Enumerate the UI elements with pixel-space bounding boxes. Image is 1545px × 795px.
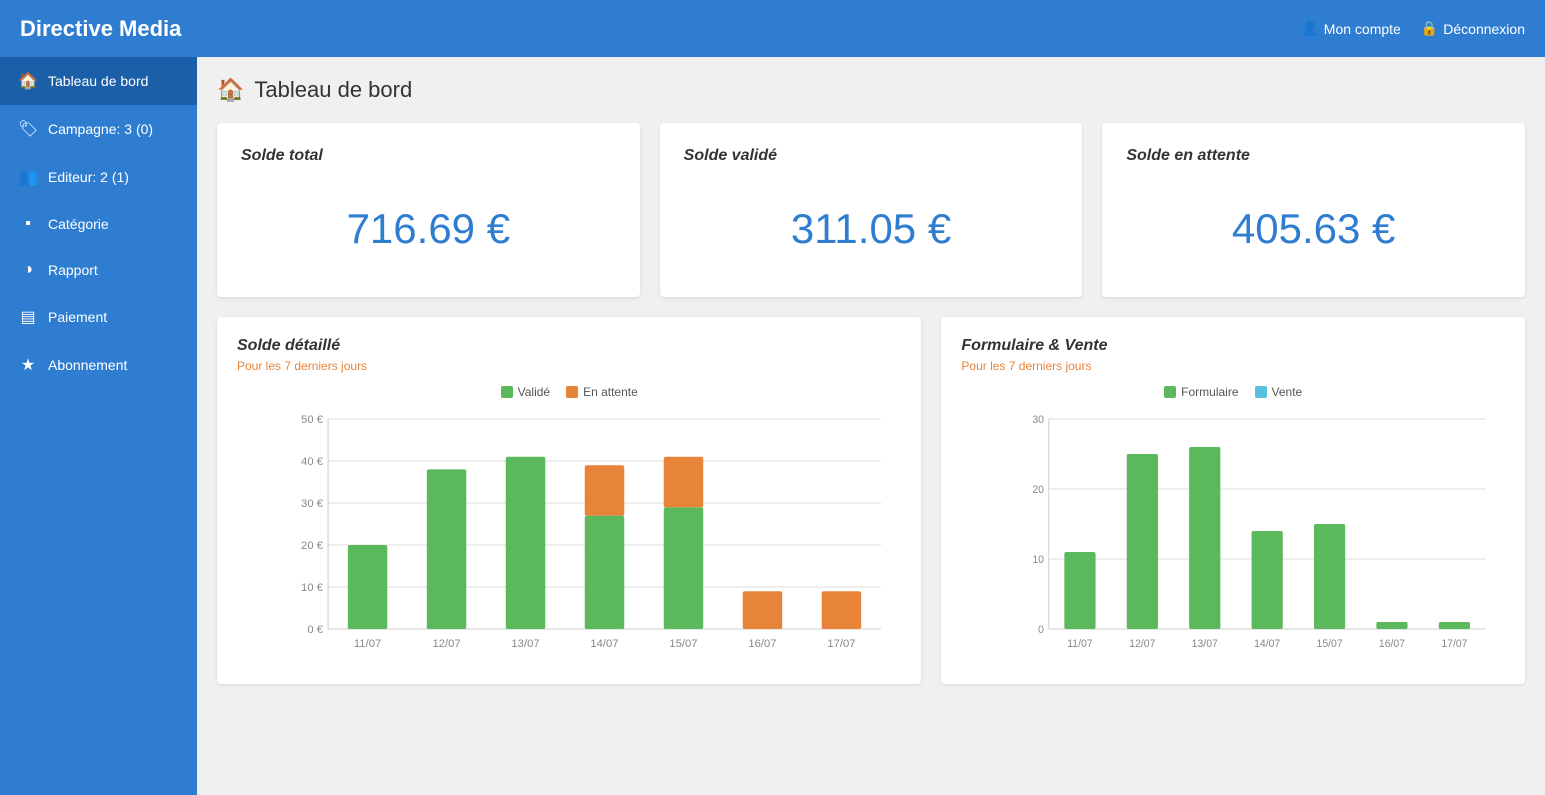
svg-text:11/07: 11/07 [1068,638,1093,650]
cards-row: Solde total 716.69 € Solde validé 311.05… [217,123,1525,297]
legend-label: Vente [1272,385,1303,399]
svg-text:16/07: 16/07 [748,638,776,650]
svg-text:11/07: 11/07 [354,638,381,650]
deconnexion-link[interactable]: 🔒 Déconnexion [1421,20,1525,37]
svg-text:20: 20 [1033,484,1045,496]
main-content: 🏠 Tableau de bord Solde total 716.69 € S… [197,57,1545,795]
svg-text:13/07: 13/07 [1192,638,1218,650]
card-label-solde-attente: Solde en attente [1126,147,1501,165]
legend-color [1255,386,1267,398]
legend-item: En attente [566,385,638,399]
sidebar-label-campagne: Campagne: 3 (0) [48,121,153,137]
chart2-title: Formulaire & Vente [961,337,1505,355]
sidebar-label-categorie: Catégorie [48,216,109,232]
chart1-subtitle: Pour les 7 derniers jours [237,359,901,373]
header-nav: 👤 Mon compte 🔒 Déconnexion [1301,20,1525,37]
card-value-solde-attente: 405.63 € [1126,185,1501,273]
sidebar-label-abonnement: Abonnement [48,357,127,373]
svg-text:15/07: 15/07 [1317,638,1343,650]
legend-label: Formulaire [1181,385,1238,399]
svg-text:16/07: 16/07 [1379,638,1405,650]
svg-text:13/07: 13/07 [511,638,539,650]
svg-text:17/07: 17/07 [1442,638,1468,650]
sidebar-item-campagne[interactable]: 🏷 Campagne: 3 (0) [0,105,197,153]
chart-formulaire-vente: Formulaire & Vente Pour les 7 derniers j… [941,317,1525,684]
sidebar-label-paiement: Paiement [48,309,107,325]
legend-color [566,386,578,398]
legend-color [1164,386,1176,398]
card-label-solde-valide: Solde validé [684,147,1059,165]
charts-row: Solde détaillé Pour les 7 derniers jours… [217,317,1525,684]
sidebar-item-editeur[interactable]: 👥 Editeur: 2 (1) [0,153,197,201]
layout: 🏠 Tableau de bord 🏷 Campagne: 3 (0) 👥 Editeur… [0,57,1545,795]
lock-icon: 🔒 [1421,20,1438,37]
legend-item: Validé [501,385,550,399]
legend-color [501,386,513,398]
svg-text:40 €: 40 € [301,456,324,468]
sidebar-icon-tableau-de-bord: 🏠 [18,71,38,91]
sidebar-icon-categorie: ▪ [18,215,38,233]
sidebar: 🏠 Tableau de bord 🏷 Campagne: 3 (0) 👥 Editeur… [0,57,197,795]
card-solde-valide: Solde validé 311.05 € [660,123,1083,297]
page-title: 🏠 Tableau de bord [217,77,1525,103]
mon-compte-link[interactable]: 👤 Mon compte [1301,20,1400,37]
chart2-subtitle: Pour les 7 derniers jours [961,359,1505,373]
svg-text:15/07: 15/07 [669,638,697,650]
legend-label: Validé [518,385,550,399]
sidebar-item-paiement[interactable]: ▤ Paiement [0,293,197,341]
app-title: Directive Media [20,16,181,42]
sidebar-label-rapport: Rapport [48,262,98,278]
svg-text:12/07: 12/07 [432,638,460,650]
sidebar-icon-abonnement: ★ [18,355,38,375]
legend-item: Vente [1255,385,1303,399]
svg-text:0: 0 [1039,624,1045,636]
sidebar-item-rapport[interactable]: ◑ Rapport [0,247,197,293]
sidebar-label-editeur: Editeur: 2 (1) [48,169,129,185]
svg-text:30 €: 30 € [301,498,324,510]
card-value-solde-valide: 311.05 € [684,185,1059,273]
svg-text:14/07: 14/07 [1255,638,1281,650]
svg-text:20 €: 20 € [301,540,324,552]
svg-text:17/07: 17/07 [827,638,855,650]
chart-solde-detaille: Solde détaillé Pour les 7 derniers jours… [217,317,921,684]
chart1-title: Solde détaillé [237,337,901,355]
chart1-legend: Validé En attente [237,385,901,399]
sidebar-icon-rapport: ◑ [18,261,38,279]
svg-text:50 €: 50 € [301,414,324,426]
sidebar-item-abonnement[interactable]: ★ Abonnement [0,341,197,389]
card-value-solde-total: 716.69 € [241,185,616,273]
sidebar-icon-campagne: 🏷 [18,119,38,139]
sidebar-icon-paiement: ▤ [18,307,38,327]
sidebar-label-tableau-de-bord: Tableau de bord [48,73,148,89]
card-label-solde-total: Solde total [241,147,616,165]
legend-item: Formulaire [1164,385,1238,399]
card-solde-total: Solde total 716.69 € [217,123,640,297]
legend-label: En attente [583,385,638,399]
home-icon: 🏠 [217,77,244,103]
card-solde-attente: Solde en attente 405.63 € [1102,123,1525,297]
svg-text:30: 30 [1033,414,1045,426]
svg-text:10: 10 [1033,554,1045,566]
header: Directive Media 👤 Mon compte 🔒 Déconnexi… [0,0,1545,57]
chart2-legend: Formulaire Vente [961,385,1505,399]
sidebar-item-categorie[interactable]: ▪ Catégorie [0,201,197,247]
svg-text:14/07: 14/07 [590,638,618,650]
sidebar-icon-editeur: 👥 [18,167,38,187]
sidebar-item-tableau-de-bord[interactable]: 🏠 Tableau de bord [0,57,197,105]
svg-text:12/07: 12/07 [1130,638,1156,650]
svg-text:0 €: 0 € [307,624,323,636]
svg-text:10 €: 10 € [301,582,324,594]
user-icon: 👤 [1301,20,1318,37]
